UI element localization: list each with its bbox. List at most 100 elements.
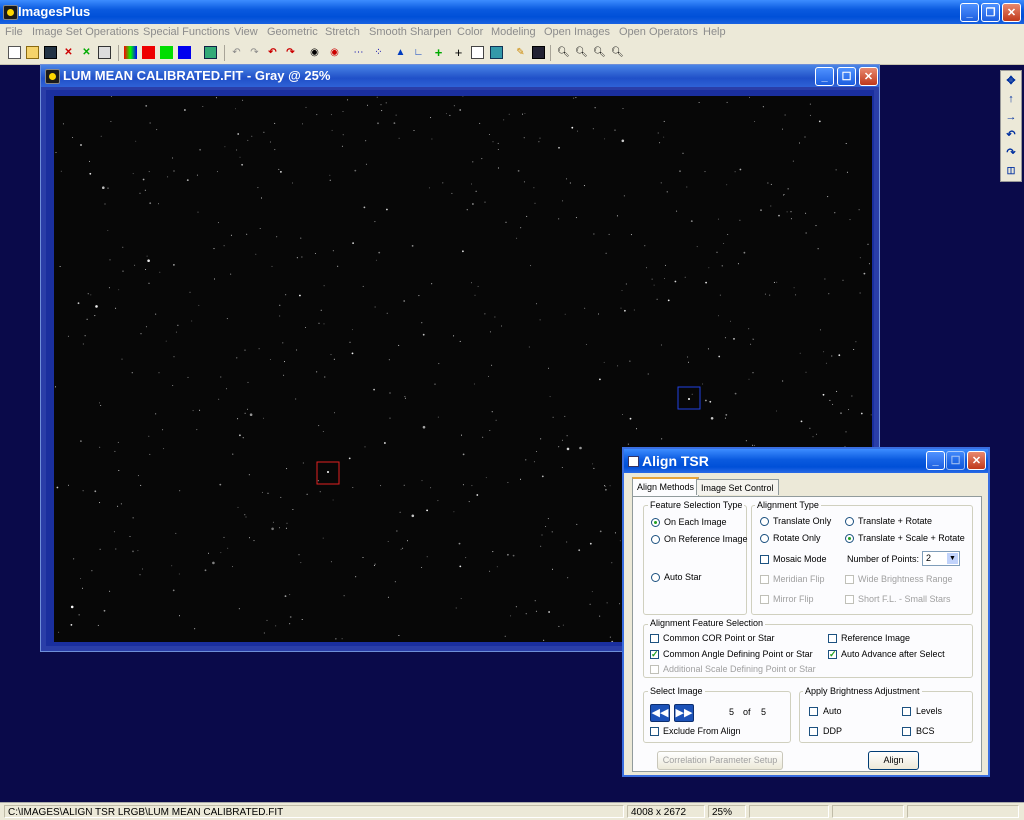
dots-icon[interactable]: ⋯: [352, 46, 365, 59]
star: [540, 545, 542, 547]
checkbox-auto[interactable]: [809, 707, 818, 716]
star: [734, 171, 736, 173]
zoom-fit-icon[interactable]: 🔍︎: [593, 46, 606, 59]
menu-color[interactable]: Color: [457, 26, 483, 38]
star: [510, 615, 512, 617]
grid-icon[interactable]: [204, 46, 217, 59]
align-button[interactable]: Align: [868, 751, 919, 770]
triangle-icon[interactable]: ▲: [394, 46, 407, 59]
checkbox-bcs[interactable]: [902, 727, 911, 736]
zoom-out-icon[interactable]: 🔍︎: [575, 46, 588, 59]
blue-channel-icon[interactable]: [178, 46, 191, 59]
star: [605, 488, 607, 491]
radio-translate-scale-rotate[interactable]: [845, 534, 854, 543]
radio-translate-rotate[interactable]: [845, 517, 854, 526]
minimize-icon[interactable]: _: [960, 3, 979, 22]
rotate-left-icon[interactable]: ↶: [1004, 128, 1018, 142]
star: [305, 106, 307, 108]
arrow-right-icon[interactable]: →: [1004, 110, 1018, 124]
checkbox-mirror-flip[interactable]: [760, 595, 769, 604]
restore-icon[interactable]: ❐: [981, 3, 1000, 22]
menu-smooth-sharpen[interactable]: Smooth Sharpen: [369, 26, 452, 38]
save-icon[interactable]: [44, 46, 57, 59]
rotate-right-icon[interactable]: ↷: [1004, 146, 1018, 160]
tab-align-methods[interactable]: Align Methods: [632, 477, 700, 496]
checkbox-ddp[interactable]: [809, 727, 818, 736]
close-icon[interactable]: ✕: [1002, 3, 1021, 22]
undo-icon[interactable]: ↶: [230, 46, 243, 59]
move-icon[interactable]: ✥: [1004, 74, 1018, 88]
maximize-icon[interactable]: ☐: [837, 67, 856, 86]
pencil-icon[interactable]: ✎: [514, 46, 527, 59]
close-icon[interactable]: ✕: [967, 451, 986, 470]
crosshair-icon[interactable]: +: [452, 46, 465, 59]
red-channel-icon[interactable]: [142, 46, 155, 59]
arrow-up-icon[interactable]: ↑: [1004, 92, 1018, 106]
star: [178, 573, 180, 575]
undo-red-icon[interactable]: ↶: [266, 46, 279, 59]
point-red-icon[interactable]: ◉: [328, 46, 341, 59]
number-of-points-select[interactable]: 2 ▼: [922, 551, 960, 566]
previous-image-button[interactable]: ◀◀: [650, 704, 670, 722]
alignment-type-label: Alignment Type: [755, 500, 821, 510]
star: [226, 318, 228, 320]
checkbox-auto-advance[interactable]: [828, 650, 837, 659]
radio-auto-star[interactable]: [651, 573, 660, 582]
image-window-titlebar[interactable]: LUM MEAN CALIBRATED.FIT - Gray @ 25% _ ☐…: [41, 65, 879, 87]
point-icon[interactable]: ◉: [308, 46, 321, 59]
close-icon[interactable]: ✕: [859, 67, 878, 86]
checkbox-exclude-from-align[interactable]: [650, 727, 659, 736]
menu-file[interactable]: File: [5, 26, 23, 38]
rgb-icon[interactable]: [124, 46, 137, 59]
correlation-parameter-setup-button[interactable]: Correlation Parameter Setup: [657, 751, 783, 770]
star: [276, 236, 278, 238]
redo-icon[interactable]: ↷: [248, 46, 261, 59]
minimize-icon[interactable]: _: [815, 67, 834, 86]
menu-open-images[interactable]: Open Images: [544, 26, 610, 38]
checkbox-common-cor[interactable]: [650, 634, 659, 643]
close-all-icon[interactable]: ✕: [80, 46, 93, 59]
menu-stretch[interactable]: Stretch: [325, 26, 360, 38]
checkbox-mosaic-mode[interactable]: [760, 555, 769, 564]
radio-rotate-only[interactable]: [760, 534, 769, 543]
checkbox-wide-brightness[interactable]: [845, 575, 854, 584]
zoom-in-icon[interactable]: 🔍︎: [557, 46, 570, 59]
checkbox-additional-scale[interactable]: [650, 665, 659, 674]
star: [558, 446, 560, 448]
radio-translate-only[interactable]: [760, 517, 769, 526]
open-folder-icon[interactable]: [26, 46, 39, 59]
window-icon[interactable]: [98, 46, 111, 59]
star: [135, 140, 137, 142]
minimize-icon[interactable]: _: [926, 451, 945, 470]
radio-on-each-image[interactable]: [651, 518, 660, 527]
tab-image-set-control[interactable]: Image Set Control: [696, 479, 779, 495]
angle-icon[interactable]: ∟: [412, 46, 425, 59]
menu-view[interactable]: View: [234, 26, 258, 38]
next-image-button[interactable]: ▶▶: [674, 704, 694, 722]
new-file-icon[interactable]: [8, 46, 21, 59]
flip-icon[interactable]: ◫: [1004, 163, 1018, 177]
close-image-icon[interactable]: ✕: [62, 46, 75, 59]
checkbox-meridian-flip[interactable]: [760, 575, 769, 584]
add-icon[interactable]: +: [432, 46, 445, 59]
green-channel-icon[interactable]: [160, 46, 173, 59]
menu-geometric[interactable]: Geometric: [267, 26, 318, 38]
scatter-icon[interactable]: ⁘: [372, 46, 385, 59]
image-icon[interactable]: [490, 46, 503, 59]
menu-image-set-operations[interactable]: Image Set Operations: [32, 26, 139, 38]
checkbox-levels[interactable]: [902, 707, 911, 716]
menu-help[interactable]: Help: [703, 26, 726, 38]
zoom-actual-icon[interactable]: 🔍︎: [611, 46, 624, 59]
checkbox-reference-image[interactable]: [828, 634, 837, 643]
checkbox-short-fl[interactable]: [845, 595, 854, 604]
menu-open-operators[interactable]: Open Operators: [619, 26, 698, 38]
dialog-titlebar[interactable]: Align TSR _ ☐ ✕: [624, 449, 988, 473]
chevron-down-icon[interactable]: ▼: [947, 553, 958, 564]
calculator-icon[interactable]: [471, 46, 484, 59]
grid-dark-icon[interactable]: [532, 46, 545, 59]
redo-red-icon[interactable]: ↷: [284, 46, 297, 59]
menu-special-functions[interactable]: Special Functions: [143, 26, 230, 38]
checkbox-common-angle[interactable]: [650, 650, 659, 659]
menu-modeling[interactable]: Modeling: [491, 26, 536, 38]
radio-on-reference-image[interactable]: [651, 535, 660, 544]
